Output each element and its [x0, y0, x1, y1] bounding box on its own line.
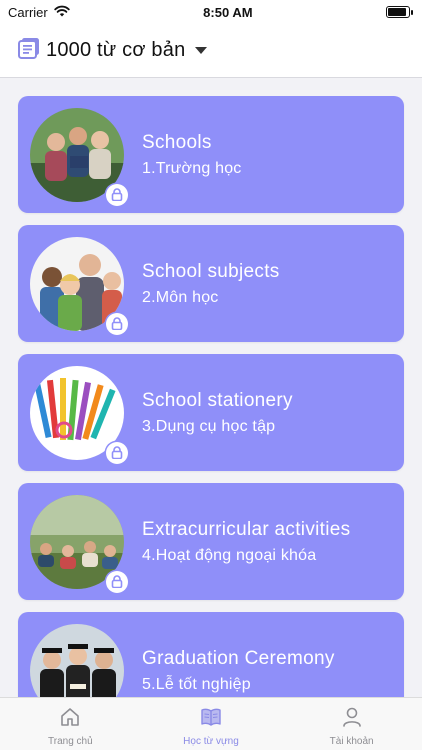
topic-image [30, 365, 128, 464]
battery-icon [385, 6, 413, 18]
status-bar: Carrier 8:50 AM [0, 0, 422, 24]
topic-list: Schools 1.Trường học School subjects 2.M… [18, 96, 404, 729]
app-header: 1000 từ cơ bản [0, 24, 422, 78]
topic-subtitle: 4.Hoạt động ngoại khóa [142, 546, 317, 564]
topic-subtitle: 5.Lễ tốt nghiệp [142, 675, 251, 693]
tab-account-label: Tài khoản [329, 736, 374, 747]
topic-subtitle: 2.Môn học [142, 288, 219, 306]
topic-card-school-subjects[interactable]: School subjects 2.Môn học [18, 225, 404, 342]
topic-subtitle: 1.Trường học [142, 159, 242, 177]
home-icon [59, 706, 81, 733]
user-icon [341, 706, 363, 733]
topic-image [30, 107, 128, 206]
topic-title: Schools [142, 131, 212, 153]
tab-bar: Trang chủ Học từ vựng Tài khoản [0, 697, 422, 750]
topic-title: Extracurricular activities [142, 518, 351, 540]
lock-icon [106, 312, 128, 335]
wifi-icon [54, 5, 70, 20]
carrier-label: Carrier [8, 4, 48, 20]
lock-icon [106, 183, 128, 206]
lock-icon [106, 570, 128, 593]
topic-text: School subjects 2.Môn học [142, 261, 280, 307]
topic-image [30, 494, 128, 593]
tab-home[interactable]: Trang chủ [10, 706, 130, 747]
topic-subtitle: 3.Dụng cụ học tập [142, 417, 276, 435]
deck-title[interactable]: 1000 từ cơ bản [46, 39, 185, 62]
topic-title: Graduation Ceremony [142, 647, 335, 669]
topic-text: Schools 1.Trường học [142, 132, 242, 178]
tab-vocabulary[interactable]: Học từ vựng [151, 706, 271, 747]
battery-level [387, 8, 406, 16]
status-left: Carrier [8, 5, 70, 20]
topic-card-extracurricular[interactable]: Extracurricular activities 4.Hoạt động n… [18, 483, 404, 600]
lock-icon [106, 441, 128, 464]
book-icon [200, 706, 222, 733]
chevron-down-icon[interactable] [195, 47, 208, 54]
topic-card-schools[interactable]: Schools 1.Trường học [18, 96, 404, 213]
topic-card-school-stationery[interactable]: School stationery 3.Dụng cụ học tập [18, 354, 404, 471]
clock: 8:50 AM [203, 4, 253, 20]
book-list-icon [18, 37, 40, 64]
topic-text: Extracurricular activities 4.Hoạt động n… [142, 519, 350, 565]
topic-image [30, 236, 128, 335]
topic-text: Graduation Ceremony 5.Lễ tốt nghiệp [142, 648, 335, 694]
topic-text: School stationery 3.Dụng cụ học tập [142, 390, 293, 436]
topic-title: School stationery [142, 389, 293, 411]
topic-title: School subjects [142, 260, 280, 282]
tab-account[interactable]: Tài khoản [292, 706, 412, 747]
tab-home-label: Trang chủ [48, 736, 93, 747]
tab-vocabulary-label: Học từ vựng [183, 736, 239, 747]
